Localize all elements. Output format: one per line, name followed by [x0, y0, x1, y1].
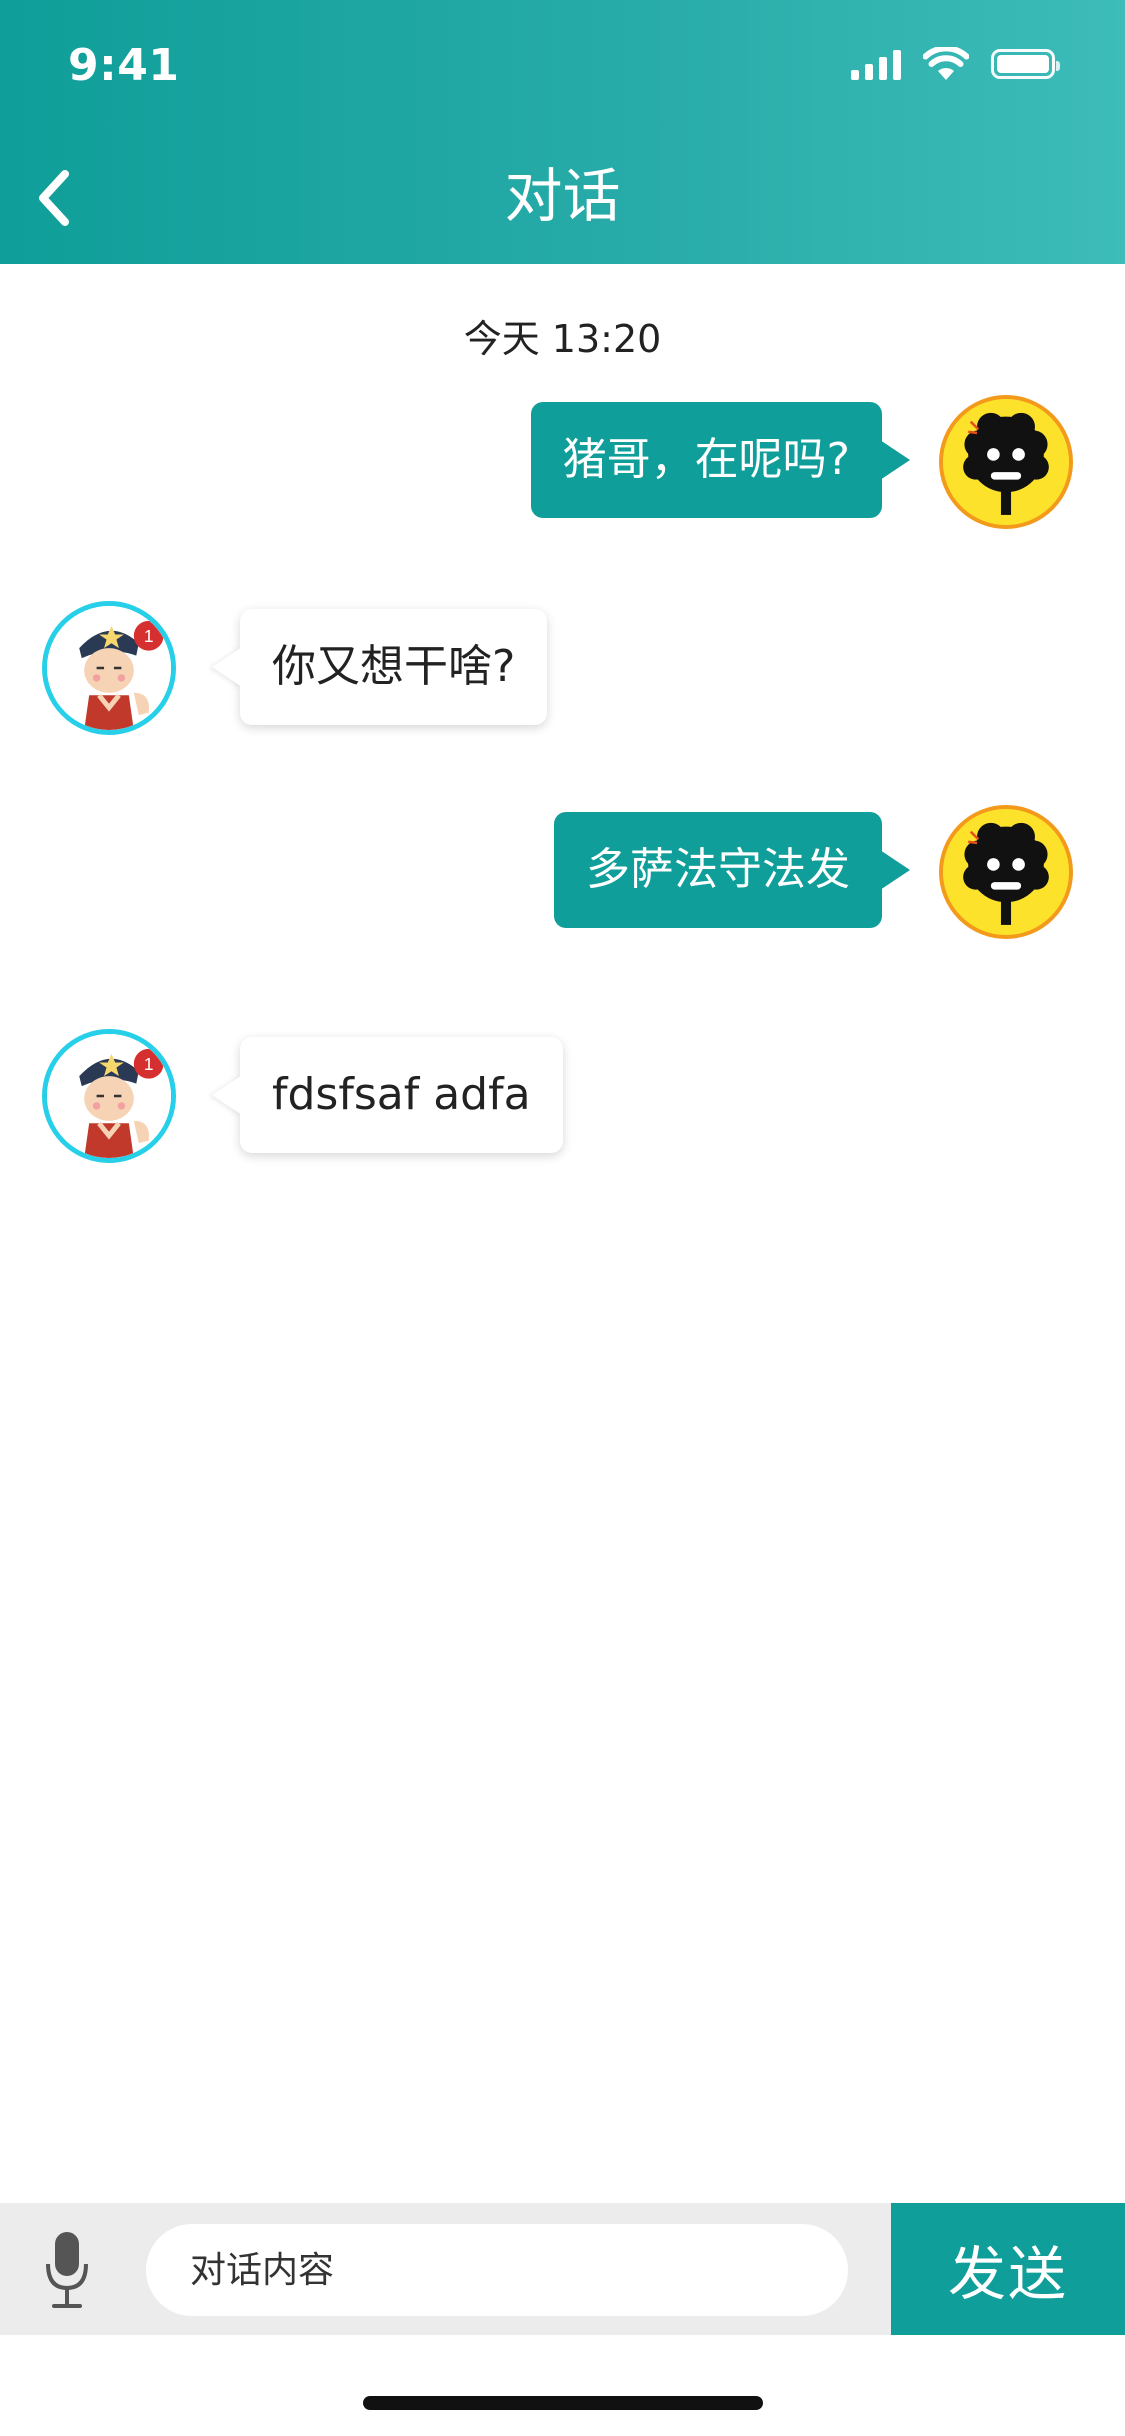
- home-indicator[interactable]: [363, 2396, 763, 2410]
- status-icons: [851, 44, 1060, 84]
- message-text: 多萨法守法发: [586, 844, 850, 895]
- voice-input-button[interactable]: [36, 2225, 98, 2315]
- page-title: 对话: [504, 162, 621, 230]
- message-text: 你又想干啥?: [272, 641, 516, 692]
- status-time: 9:41: [68, 40, 180, 91]
- friend-avatar[interactable]: 1: [42, 601, 176, 735]
- friend-avatar[interactable]: 1: [42, 1029, 176, 1163]
- my-avatar[interactable]: [939, 805, 1073, 939]
- wifi-icon: [923, 47, 969, 80]
- message-bubble-outgoing[interactable]: 猪哥，在呢吗?: [530, 402, 911, 518]
- svg-text:1: 1: [144, 626, 154, 646]
- message-text: 猪哥，在呢吗?: [562, 434, 850, 485]
- afro-avatar-icon: [943, 399, 1069, 525]
- message-bubble-outgoing[interactable]: 多萨法守法发: [554, 812, 910, 928]
- svg-text:1: 1: [144, 1054, 154, 1074]
- cartoon-boy-avatar-icon: 1: [47, 606, 171, 730]
- message-text: fdsfsaf adfa: [272, 1069, 531, 1120]
- my-avatar[interactable]: [939, 395, 1073, 529]
- afro-avatar-icon: [943, 809, 1069, 935]
- header-bar: 9:41 对话: [0, 0, 1125, 264]
- cartoon-boy-avatar-icon: 1: [47, 1034, 171, 1158]
- cellular-signal-icon: [851, 48, 901, 80]
- microphone-icon: [46, 2232, 88, 2308]
- message-bubble-incoming[interactable]: 你又想干啥?: [240, 609, 548, 725]
- send-button[interactable]: 发送: [891, 2203, 1125, 2335]
- battery-icon: [991, 49, 1060, 79]
- message-input[interactable]: [146, 2224, 848, 2316]
- message-input-bar: 发送: [0, 2203, 1125, 2335]
- chat-timestamp: 今天 13:20: [463, 317, 662, 361]
- message-bubble-incoming[interactable]: fdsfsaf adfa: [240, 1037, 563, 1153]
